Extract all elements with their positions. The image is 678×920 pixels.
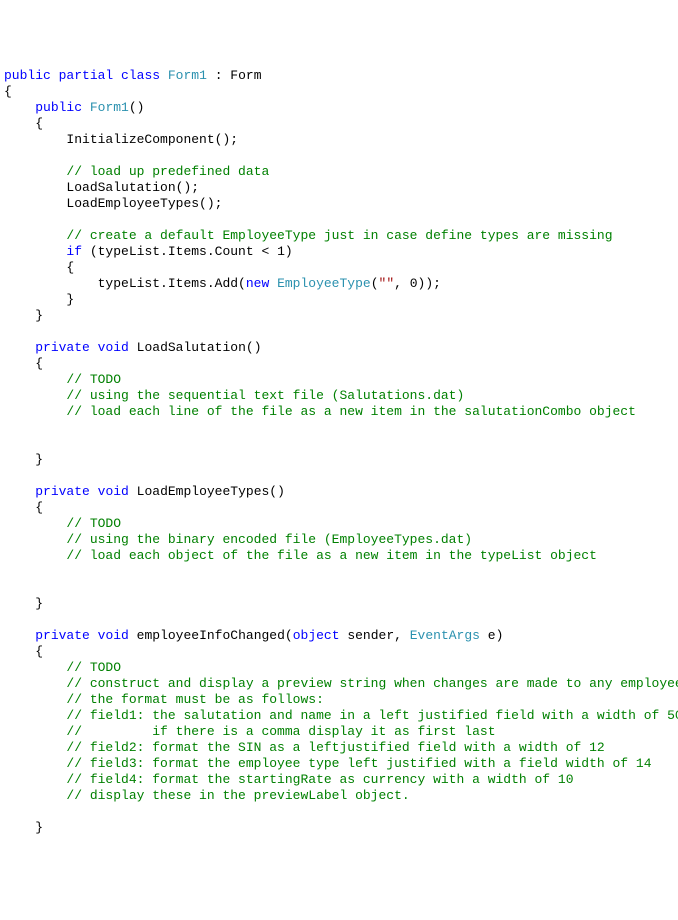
method-employee-info-changed: employeeInfoChanged: [137, 628, 285, 643]
brace-open: {: [35, 356, 43, 371]
keyword-private: private: [35, 628, 90, 643]
param-sender: sender,: [340, 628, 410, 643]
call-parens: ();: [176, 180, 199, 195]
brace-open: {: [35, 644, 43, 659]
comment: // load up predefined data: [66, 164, 269, 179]
method-load-salutation: LoadSalutation: [137, 340, 246, 355]
call-parens: ();: [199, 196, 222, 211]
string-empty: "": [379, 276, 395, 291]
open-paren: (: [371, 276, 379, 291]
keyword-public: public: [35, 100, 82, 115]
comment: // field1: the salutation and name in a …: [66, 708, 678, 723]
comment: // display these in the previewLabel obj…: [66, 788, 409, 803]
keyword-object: object: [293, 628, 340, 643]
brace-open: {: [4, 84, 12, 99]
keyword-private: private: [35, 484, 90, 499]
keyword-partial: partial: [59, 68, 114, 83]
keyword-if: if: [66, 244, 82, 259]
keyword-private: private: [35, 340, 90, 355]
comment-todo: // TODO: [66, 516, 121, 531]
ctor-parens: (): [129, 100, 145, 115]
type-form1: Form1: [168, 68, 207, 83]
comment: // field3: format the employee type left…: [66, 756, 651, 771]
if-condition: (typeList.Items.Count < 1): [82, 244, 293, 259]
code-block: public partial class Form1 : Form { publ…: [4, 68, 674, 836]
keyword-new: new: [246, 276, 269, 291]
type-eventargs: EventArgs: [410, 628, 480, 643]
comment: // load each line of the file as a new i…: [66, 404, 636, 419]
brace-close: }: [35, 452, 43, 467]
comment: // using the binary encoded file (Employ…: [66, 532, 472, 547]
load-employee-types-call: LoadEmployeeTypes: [66, 196, 199, 211]
keyword-void: void: [98, 340, 129, 355]
brace-close: }: [35, 308, 43, 323]
brace-close: }: [66, 292, 74, 307]
comment: // create a default EmployeeType just in…: [66, 228, 612, 243]
comment: // field4: format the startingRate as cu…: [66, 772, 573, 787]
load-salutation-call: LoadSalutation: [66, 180, 175, 195]
brace-close: }: [35, 820, 43, 835]
keyword-void: void: [98, 484, 129, 499]
base-class: Form: [230, 68, 261, 83]
comment-todo: // TODO: [66, 660, 121, 675]
type-employeetype: EmployeeType: [277, 276, 371, 291]
param-e: e): [480, 628, 503, 643]
keyword-public: public: [4, 68, 51, 83]
init-component-call: InitializeComponent();: [66, 132, 238, 147]
typelist-add-suffix: , 0));: [394, 276, 441, 291]
brace-close: }: [35, 596, 43, 611]
keyword-class: class: [121, 68, 160, 83]
method-parens: (): [269, 484, 285, 499]
open-paren: (: [285, 628, 293, 643]
brace-open: {: [35, 500, 43, 515]
keyword-void: void: [98, 628, 129, 643]
typelist-add-prefix: typeList.Items.Add(: [98, 276, 246, 291]
comment: // if there is a comma display it as fir…: [66, 724, 495, 739]
comment: // using the sequential text file (Salut…: [66, 388, 464, 403]
comment: // load each object of the file as a new…: [66, 548, 597, 563]
ctor-name: Form1: [90, 100, 129, 115]
method-load-employee-types: LoadEmployeeTypes: [137, 484, 270, 499]
comment: // the format must be as follows:: [66, 692, 323, 707]
method-parens: (): [246, 340, 262, 355]
brace-open: {: [35, 116, 43, 131]
comment-todo: // TODO: [66, 372, 121, 387]
brace-open: {: [66, 260, 74, 275]
comment: // field2: format the SIN as a leftjusti…: [66, 740, 604, 755]
comment: // construct and display a preview strin…: [66, 676, 678, 691]
colon: :: [207, 68, 230, 83]
